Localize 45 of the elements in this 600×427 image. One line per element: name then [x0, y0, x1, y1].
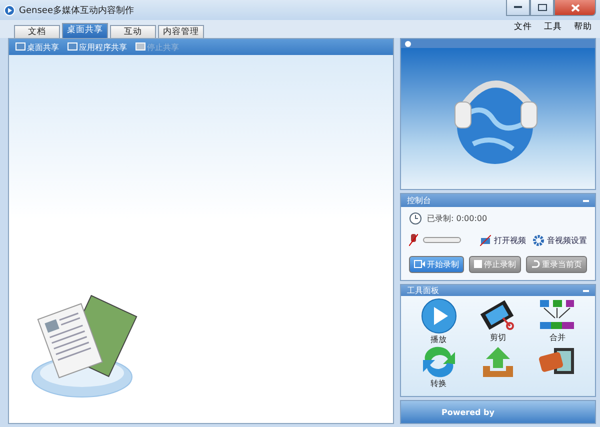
film-scissors-icon — [478, 298, 517, 332]
microphone-icon[interactable] — [409, 234, 418, 246]
merge-blocks-icon — [538, 298, 576, 332]
dot-icon — [405, 40, 411, 46]
tool-button[interactable]: 转换 — [409, 346, 468, 394]
app-logo-icon — [4, 4, 15, 16]
maximize-button[interactable] — [530, 0, 554, 16]
settings-link[interactable]: 音视频设置 — [533, 234, 587, 246]
menu-item[interactable]: 帮助 — [574, 21, 592, 33]
recorded-time: 已录制: 0:00:00 — [427, 212, 488, 224]
camera-off-icon — [480, 234, 491, 246]
minus-icon — [583, 290, 589, 292]
tool-button[interactable]: 剪切 — [468, 298, 528, 346]
tab[interactable]: 内容管理 — [158, 25, 204, 38]
clock-icon — [409, 212, 422, 224]
maximize-icon — [538, 4, 546, 11]
volume-slider[interactable] — [423, 237, 461, 243]
minimize-button[interactable] — [506, 0, 530, 16]
monitor-icon — [15, 42, 26, 52]
monitor-icon — [135, 42, 146, 52]
undo-icon — [531, 260, 540, 268]
tab[interactable]: 互动 — [110, 25, 156, 38]
menu-item[interactable]: 工具 — [544, 21, 562, 33]
close-icon — [570, 4, 580, 12]
close-button[interactable] — [554, 0, 596, 16]
monitor-icon — [67, 42, 78, 52]
camera-icon — [414, 260, 425, 268]
minimize-icon — [514, 6, 522, 9]
panel-title: 控制台 — [407, 195, 431, 206]
window-title: Gensee多媒体互动内容制作 — [19, 4, 134, 16]
tab[interactable]: 文档 — [14, 25, 60, 38]
gear-icon — [533, 234, 544, 246]
toolbar-button[interactable]: 桌面共享 — [15, 42, 59, 52]
play-icon — [420, 298, 457, 334]
minus-icon — [583, 200, 589, 202]
tool-button[interactable]: 播放 — [409, 298, 468, 346]
stop-icon — [474, 260, 482, 268]
panel-title: 工具面板 — [407, 285, 439, 296]
convert-arrows-icon — [420, 346, 457, 378]
tool-button[interactable]: 合并 — [528, 298, 587, 346]
powered-by-text: Powered by — [442, 408, 494, 416]
tab[interactable]: 桌面共享 — [62, 23, 108, 38]
menu-item[interactable]: 文件 — [514, 21, 532, 33]
open-video-link[interactable]: 打开视频 — [480, 234, 526, 246]
toolbar-button[interactable]: 应用程序共享 — [67, 42, 127, 52]
